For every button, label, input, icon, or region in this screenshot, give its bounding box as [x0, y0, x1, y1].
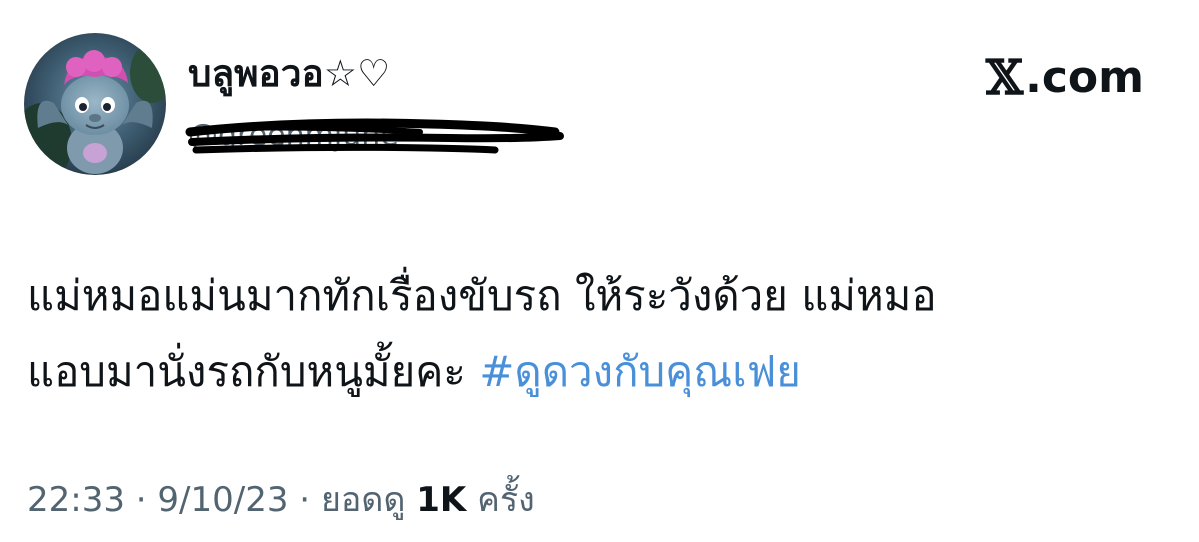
user-avatar[interactable] [24, 33, 166, 175]
x-logo-icon: 𝕏 [985, 50, 1024, 106]
hashtag-link[interactable]: #ดูดวงกับคุณเฟย [479, 347, 801, 396]
tweet-text-line-1: แม่หมอแม่นมากทักเรื่องขับรถ ให้ระวังด้วย… [27, 271, 937, 320]
tweet-date[interactable]: 9/10/23 [157, 480, 288, 520]
avatar-image [24, 33, 166, 175]
tweet-text-line-2: แอบมานั่งรถกับหนูมั้ยคะ #ดูดวงกับคุณเฟย [27, 334, 1157, 410]
tweet-time[interactable]: 22:33 [27, 480, 125, 520]
user-handle[interactable]: @greenmjune [188, 116, 399, 156]
meta-separator: · [124, 480, 158, 520]
tweet-meta: 22:33 · 9/10/23 · ยอดดู 1K ครั้ง [27, 474, 535, 526]
meta-separator: · [288, 480, 321, 520]
user-display-name[interactable]: บลูพอวอ☆♡ [188, 46, 390, 102]
views-count[interactable]: 1K [416, 480, 466, 520]
views-unit: ครั้ง [477, 480, 535, 520]
brand-suffix: .com [1025, 52, 1144, 103]
x-com-logo: 𝕏 .com [986, 48, 1144, 108]
tweet-text: แม่หมอแม่นมากทักเรื่องขับรถ ให้ระวังด้วย… [27, 258, 1157, 410]
tweet-card: บลูพอวอ☆♡ @greenmjune 𝕏 .com แม่หมอแม่นม… [0, 0, 1199, 542]
views-label: ยอดดู [320, 480, 406, 520]
tweet-text-line-2-plain: แอบมานั่งรถกับหนูมั้ยคะ [27, 347, 466, 396]
